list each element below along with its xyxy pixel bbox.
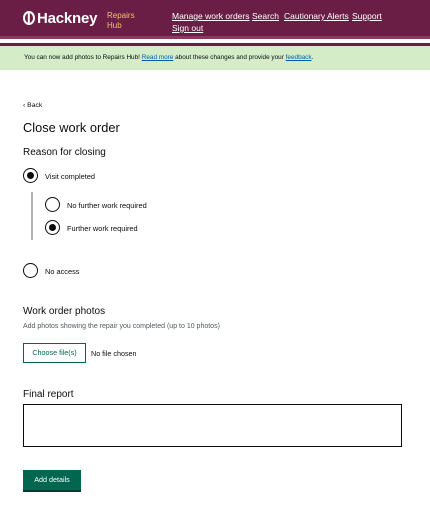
feedback-link[interactable]: feedback bbox=[286, 54, 312, 61]
banner-text-part: . bbox=[311, 54, 314, 61]
nav-cautionary-alerts[interactable]: Cautionary Alerts bbox=[284, 11, 349, 21]
logo-text: Hackney bbox=[37, 9, 98, 27]
product-name: Repairs Hub bbox=[107, 11, 135, 30]
hackney-logo[interactable]: Hackney bbox=[23, 9, 98, 27]
photos-heading: Work order photos bbox=[23, 306, 106, 317]
radio-label-visit-completed: Visit completed bbox=[45, 172, 95, 181]
radio-selected-dot bbox=[49, 224, 56, 231]
nav-manage-work-orders[interactable]: Manage work orders bbox=[172, 11, 249, 21]
choose-files-button[interactable]: Choose file(s) bbox=[23, 343, 86, 363]
file-status: No file chosen bbox=[91, 349, 137, 358]
radio-label-further-work: Further work required bbox=[67, 224, 138, 233]
radio-visit-completed[interactable] bbox=[23, 168, 38, 183]
page-title: Close work order bbox=[23, 120, 120, 135]
conditional-bar bbox=[31, 192, 33, 240]
radio-selected-dot bbox=[27, 172, 34, 179]
nav-sign-out[interactable]: Sign out bbox=[172, 23, 203, 33]
radio-label-no-access: No access bbox=[45, 267, 80, 276]
radio-no-access[interactable] bbox=[23, 263, 38, 278]
photos-hint: Add photos showing the repair you comple… bbox=[23, 323, 220, 330]
nav-search[interactable]: Search bbox=[252, 11, 279, 21]
reason-heading: Reason for closing bbox=[23, 147, 106, 158]
radio-no-further-work[interactable] bbox=[45, 197, 60, 212]
banner-text-part: You can now add photos to Repairs Hub! bbox=[24, 54, 142, 61]
announcement-text: You can now add photos to Repairs Hub! R… bbox=[24, 54, 313, 61]
radio-label-no-further-work: No further work required bbox=[67, 201, 147, 210]
final-report-textarea[interactable] bbox=[23, 404, 402, 447]
hackney-logo-icon bbox=[23, 11, 35, 25]
final-report-label: Final report bbox=[23, 389, 74, 400]
radio-further-work[interactable] bbox=[45, 220, 60, 235]
add-details-button[interactable]: Add details bbox=[23, 470, 81, 490]
read-more-link[interactable]: Read more bbox=[142, 54, 174, 61]
banner-text-part: about these changes and provide your bbox=[173, 54, 286, 61]
nav-support[interactable]: Support bbox=[352, 11, 382, 21]
back-label: Back bbox=[27, 102, 43, 109]
back-link[interactable]: ‹ Back bbox=[23, 102, 42, 109]
